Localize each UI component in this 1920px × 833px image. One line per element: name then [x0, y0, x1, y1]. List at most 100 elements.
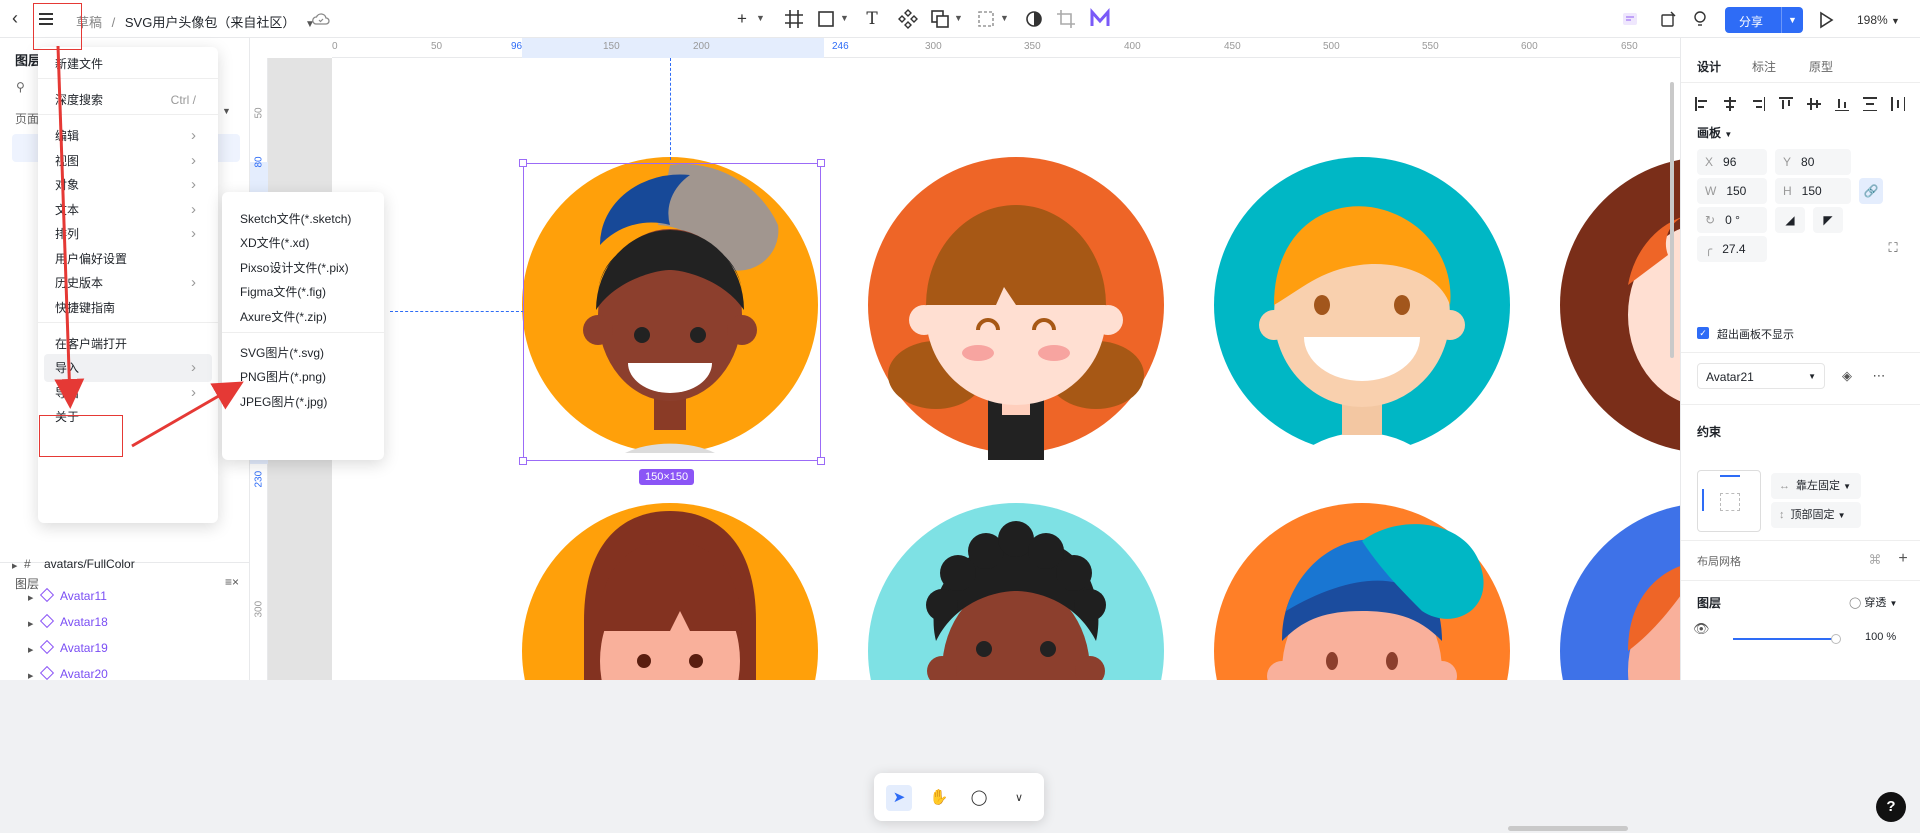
height-field[interactable]: H 150: [1775, 178, 1851, 204]
constraint-top-active[interactable]: [1720, 475, 1740, 477]
breadcrumb[interactable]: 草稿 / SVG用户头像包（来自社区） ▼: [76, 12, 315, 31]
chevron-down-icon[interactable]: ▼: [954, 13, 963, 23]
distribute-horizontal-icon[interactable]: [1891, 97, 1905, 111]
frame-section-title[interactable]: 画板 ▼: [1697, 124, 1732, 141]
import-option[interactable]: Pixso设计文件(*.pix): [240, 259, 349, 276]
expand-arrow-icon[interactable]: ▶: [12, 552, 24, 582]
ai-plugin-icon[interactable]: [1088, 7, 1112, 31]
constraints-widget[interactable]: [1697, 470, 1761, 532]
tab-annotate[interactable]: 标注: [1752, 58, 1776, 75]
menu-item[interactable]: 排列 ›: [38, 220, 218, 248]
rotation-field[interactable]: ↻ 0 °: [1697, 207, 1767, 233]
more-icon[interactable]: ⋯: [1871, 368, 1887, 384]
frame-tool-icon[interactable]: [782, 7, 806, 31]
import-option[interactable]: Figma文件(*.fig): [240, 283, 326, 300]
resource-icon[interactable]: [1658, 9, 1678, 29]
zoom-level[interactable]: 198% ▼: [1857, 13, 1900, 27]
vertical-constraint-select[interactable]: ↕ 顶部固定 ▼: [1771, 502, 1861, 528]
menu-item[interactable]: 新建文件: [38, 50, 218, 78]
horizontal-scrollbar[interactable]: [1508, 826, 1628, 831]
y-field[interactable]: Y 80: [1775, 149, 1851, 175]
hand-tool-icon[interactable]: ✋: [926, 785, 952, 811]
component-instance-icon[interactable]: ◈: [1839, 368, 1855, 384]
back-icon[interactable]: ‹: [12, 9, 32, 29]
align-center-h-icon[interactable]: [1723, 97, 1737, 111]
mask-tool-icon[interactable]: [974, 7, 998, 31]
component-select[interactable]: Avatar21 ▼: [1697, 363, 1825, 389]
avatar-partial-right-2[interactable]: [1560, 503, 1680, 680]
add-icon[interactable]: +: [1895, 550, 1911, 568]
layer-item[interactable]: ▶ Avatar20: [8, 659, 240, 680]
crop-icon[interactable]: [1054, 7, 1078, 31]
import-option[interactable]: Sketch文件(*.sketch): [240, 210, 351, 227]
more-tools-icon[interactable]: ∨: [1006, 785, 1032, 811]
add-icon[interactable]: +: [730, 7, 754, 31]
comment-tool-icon[interactable]: ◯: [966, 785, 992, 811]
menu-item[interactable]: 对象 ›: [38, 171, 218, 199]
constraint-center[interactable]: [1720, 493, 1740, 511]
resize-handle[interactable]: [817, 457, 825, 465]
chevron-down-icon[interactable]: ▼: [1781, 7, 1803, 33]
align-bottom-icon[interactable]: [1835, 97, 1849, 111]
opacity-value[interactable]: 100 %: [1865, 631, 1896, 643]
grid-style-icon[interactable]: ⌘: [1867, 552, 1883, 568]
chevron-down-icon[interactable]: ▼: [1891, 16, 1900, 26]
tab-prototype[interactable]: 原型: [1809, 58, 1833, 75]
share-button[interactable]: 分享 ▼: [1725, 7, 1803, 33]
component-tool-icon[interactable]: [896, 7, 920, 31]
x-field[interactable]: X 96: [1697, 149, 1767, 175]
tab-design[interactable]: 设计: [1697, 58, 1721, 75]
search-icon[interactable]: ⚲: [16, 80, 25, 94]
align-top-icon[interactable]: [1779, 97, 1793, 111]
align-left-icon[interactable]: [1695, 97, 1709, 111]
vertical-scrollbar[interactable]: [1670, 82, 1674, 358]
boolean-tool-icon[interactable]: [928, 7, 952, 31]
chevron-down-icon[interactable]: ▼: [1724, 130, 1732, 139]
resize-handle[interactable]: [519, 457, 527, 465]
independent-corners-icon[interactable]: ⛶: [1885, 240, 1901, 256]
constrain-proportions-icon[interactable]: 🔗: [1859, 178, 1883, 204]
play-icon[interactable]: [1818, 11, 1834, 29]
chevron-down-icon[interactable]: ▼: [756, 13, 765, 23]
menu-item[interactable]: 深度搜索 Ctrl /: [38, 86, 218, 114]
menu-item[interactable]: 导入 ›: [44, 354, 212, 382]
horizontal-constraint-select[interactable]: ↔ 靠左固定 ▼: [1771, 473, 1861, 499]
layer-item[interactable]: ▶ # avatars/FullColor: [8, 549, 240, 579]
eye-icon[interactable]: 👁: [1693, 621, 1710, 637]
pointer-tool-icon[interactable]: ➤: [886, 785, 912, 811]
import-option[interactable]: SVG图片(*.svg): [240, 344, 324, 361]
chevron-down-icon[interactable]: ▼: [1000, 13, 1009, 23]
menu-item[interactable]: 快捷键指南: [38, 294, 218, 322]
resize-handle[interactable]: [817, 159, 825, 167]
file-title[interactable]: SVG用户头像包（来自社区）: [125, 15, 295, 30]
text-tool-icon[interactable]: T: [860, 7, 884, 31]
constraint-left-active[interactable]: [1702, 489, 1704, 511]
flip-vertical-icon[interactable]: ◤: [1813, 207, 1843, 233]
clip-content-checkbox[interactable]: ✓: [1697, 327, 1709, 339]
chevron-down-icon[interactable]: ▼: [222, 106, 231, 116]
opacity-slider[interactable]: [1733, 638, 1835, 640]
import-option[interactable]: Axure文件(*.zip): [240, 308, 327, 325]
avatar-girl-pigtails[interactable]: [868, 157, 1164, 460]
avatar-partial-right-1[interactable]: [1560, 157, 1680, 453]
rectangle-tool-icon[interactable]: [814, 7, 838, 31]
menu-item[interactable]: 编辑 ›: [38, 122, 218, 150]
import-option[interactable]: XD文件(*.xd): [240, 234, 309, 251]
distribute-vertical-icon[interactable]: [1863, 97, 1877, 111]
notification-icon[interactable]: [1690, 9, 1710, 29]
resize-handle[interactable]: [519, 159, 527, 167]
theme-icon[interactable]: [1620, 9, 1640, 29]
import-option[interactable]: JPEG图片(*.jpg): [240, 393, 327, 410]
corner-radius-field[interactable]: ╭ 27.4: [1697, 236, 1767, 262]
avatar-girl-long-hair[interactable]: [522, 503, 818, 680]
flip-horizontal-icon[interactable]: ◢: [1775, 207, 1805, 233]
avatar-curly-hair[interactable]: [868, 503, 1164, 680]
chevron-down-icon[interactable]: ▼: [840, 13, 849, 23]
expand-arrow-icon[interactable]: ▶: [28, 662, 40, 680]
align-right-icon[interactable]: [1751, 97, 1765, 111]
avatar-boy-cap[interactable]: [1214, 503, 1510, 680]
help-button[interactable]: ?: [1876, 792, 1906, 822]
selection-box[interactable]: [519, 159, 825, 465]
menu-item[interactable]: 历史版本 ›: [38, 269, 218, 297]
avatar-boy-orange-hair[interactable]: [1214, 157, 1510, 453]
